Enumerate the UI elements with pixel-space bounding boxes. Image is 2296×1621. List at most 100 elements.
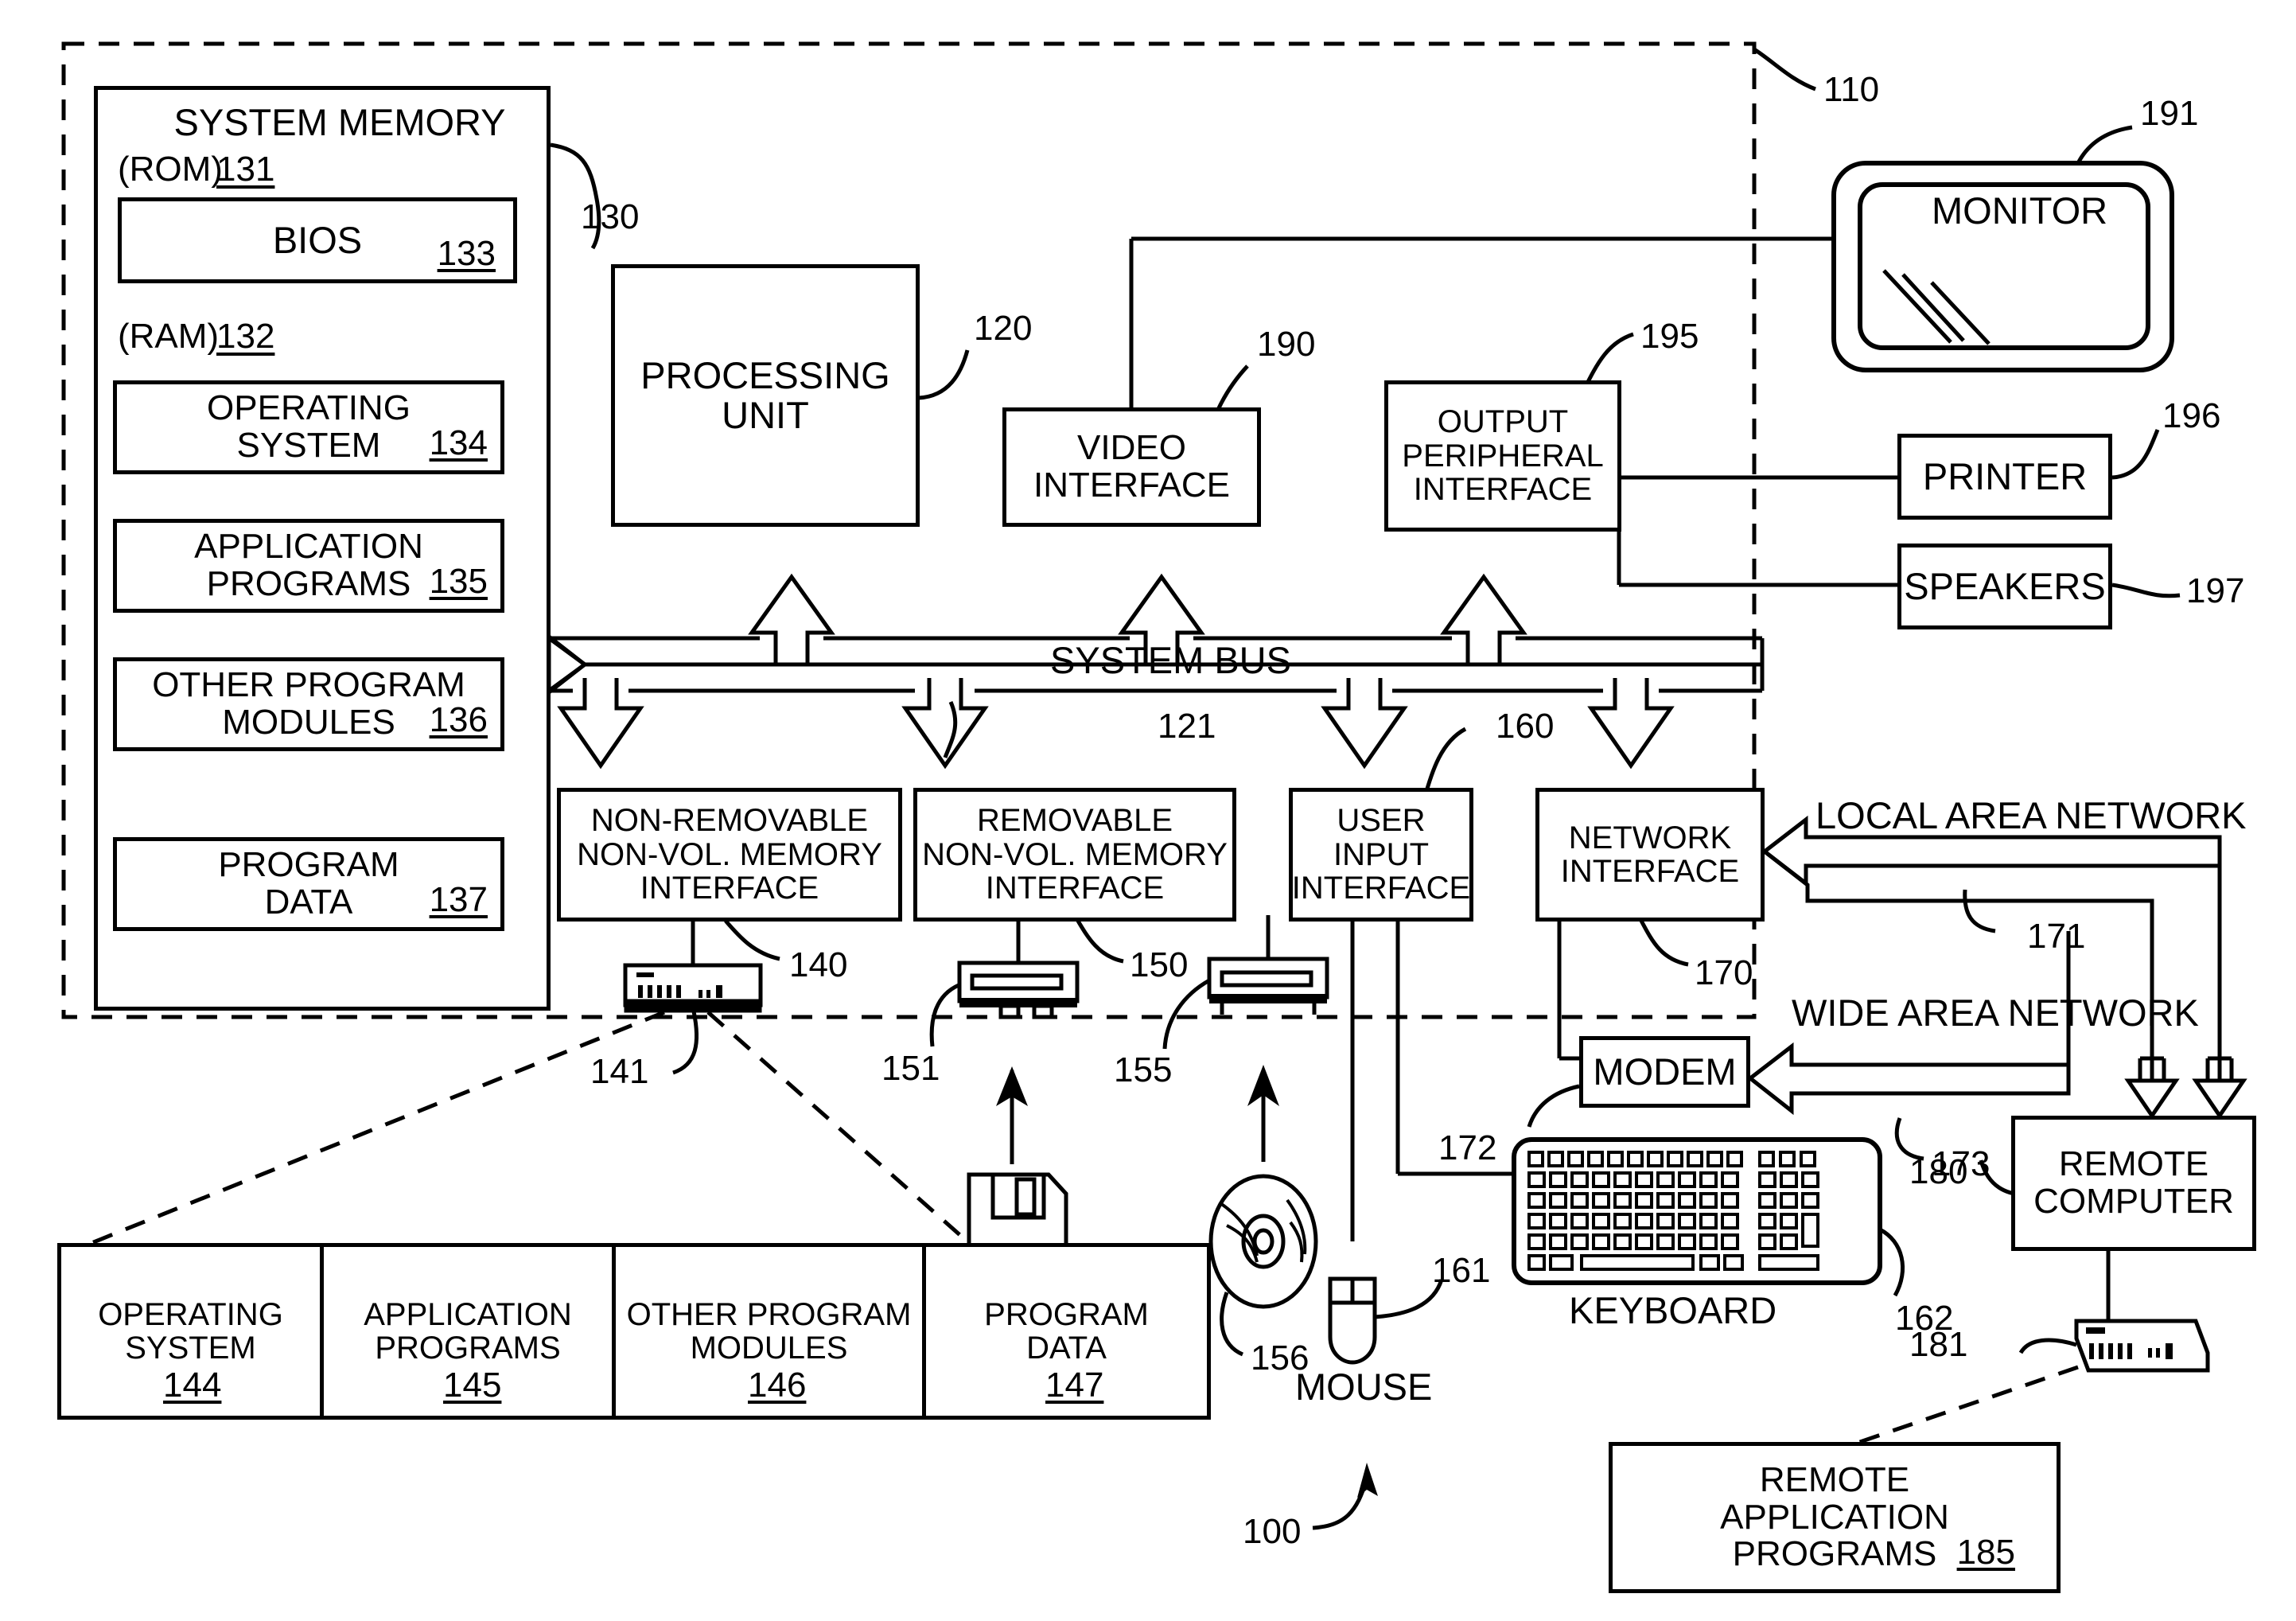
removable-interface-ref: 150 (1130, 945, 1189, 984)
disk-app-line2: PROGRAMS (375, 1331, 561, 1366)
disk-other-line2: MODULES (690, 1331, 848, 1366)
ram-program-data-line2: DATA (264, 883, 353, 922)
processing-unit-box: PROCESSING UNIT (611, 264, 920, 527)
modem-label: MODEM (1593, 1050, 1737, 1093)
monitor-label: MONITOR (1932, 189, 2108, 232)
non-removable-interface-ref: 140 (789, 945, 848, 984)
mouse-icon (1330, 1279, 1375, 1362)
nonremovable-line1: NON-REMOVABLE (590, 803, 869, 839)
ram-operating-system-line2: SYSTEM (236, 426, 381, 465)
wan-arrow-to-network-interface (1765, 851, 2152, 923)
disk-data-ref: 147 (1045, 1366, 1104, 1405)
bus-arrow-nonremovable (561, 678, 640, 766)
remote-apps-line1: REMOTE (1759, 1460, 1910, 1500)
modem-ref: 172 (1438, 1128, 1497, 1167)
system-memory-title: SYSTEM MEMORY (173, 101, 506, 143)
ram-application-programs-line1: APPLICATION (194, 527, 423, 567)
video-interface-line1: VIDEO (1077, 428, 1186, 468)
printer-box: PRINTER (1897, 434, 2112, 520)
bios-ref: 133 (437, 234, 496, 274)
printer-ref: 196 (2162, 396, 2221, 435)
hard-disk-ref: 141 (590, 1052, 649, 1091)
user-input-interface-box: USER INPUT INTERFACE (1289, 788, 1473, 922)
speakers-ref: 197 (2186, 571, 2245, 610)
removable-interface-box: REMOVABLE NON-VOL. MEMORY INTERFACE (913, 788, 1236, 922)
video-interface-box: VIDEO INTERFACE (1002, 407, 1261, 527)
ram-operating-system-box: OPERATING SYSTEM 134 (113, 380, 504, 474)
bios-box: BIOS 133 (118, 197, 517, 283)
video-interface-ref: 190 (1257, 325, 1316, 364)
ram-operating-system-line1: OPERATING (207, 388, 411, 428)
processing-unit-line2: UNIT (722, 394, 809, 436)
network-line1: NETWORK (1568, 820, 1732, 855)
disk-contents-cell-other-program-modules: OTHER PROGRAM MODULES 146 (616, 1247, 926, 1416)
ram-other-program-modules-ref: 136 (429, 700, 488, 740)
ram-program-data-ref: 137 (429, 880, 488, 920)
disk-app-line1: APPLICATION (364, 1296, 572, 1332)
userinput-line1: USER (1337, 803, 1426, 839)
remote-computer-ref: 180 (1909, 1152, 1968, 1191)
wan-arrow-modem (1750, 1046, 2068, 1111)
remote-application-programs-box: REMOTE APPLICATION PROGRAMS 185 (1609, 1442, 2061, 1593)
computer-outer-ref: 110 (1823, 70, 1880, 109)
nonremovable-line2: NON-VOL. MEMORY (577, 836, 882, 872)
ram-operating-system-ref: 134 (429, 423, 488, 463)
disk-os-ref: 144 (163, 1366, 222, 1405)
bus-arrow-userinput (1325, 678, 1404, 766)
monitor-ref: 191 (2140, 94, 2199, 133)
ram-program-data-box: PROGRAM DATA 137 (113, 837, 504, 931)
disk-os-line2: SYSTEM (125, 1331, 256, 1366)
mouse-label: MOUSE (1295, 1366, 1433, 1408)
bus-arrow-network (1591, 678, 1671, 766)
ram-ref: 132 (216, 317, 275, 356)
remote-computer-box: REMOTE COMPUTER (2011, 1116, 2256, 1251)
remote-storage-ref: 181 (1909, 1325, 1968, 1364)
bus-arrow-removable (905, 678, 985, 766)
printer-label: PRINTER (1922, 455, 2088, 498)
lan-label: LOCAL AREA NETWORK (1815, 794, 2247, 836)
nonremovable-line3: INTERFACE (640, 871, 819, 906)
floppy-drive-ref: 151 (881, 1049, 940, 1088)
video-interface-line2: INTERFACE (1033, 466, 1230, 505)
disk-data-line1: PROGRAM (984, 1296, 1149, 1332)
processing-unit-ref: 120 (974, 309, 1033, 348)
patent-figure: SYSTEM MEMORY (ROM) 131 BIOS 133 (RAM) 1… (0, 0, 2296, 1621)
disk-contents-table: OPERATING SYSTEM 144 APPLICATION PROGRAM… (57, 1243, 1211, 1420)
ram-other-program-modules-line1: OTHER PROGRAM (152, 665, 465, 705)
bus-arrow-cpu (752, 577, 831, 664)
disk-os-line1: OPERATING (98, 1296, 283, 1332)
remote-apps-line2: APPLICATION (1720, 1497, 1949, 1537)
ram-application-programs-box: APPLICATION PROGRAMS 135 (113, 519, 504, 613)
ram-application-programs-line2: PROGRAMS (206, 564, 411, 603)
wan-label: WIDE AREA NETWORK (1792, 992, 2199, 1034)
removable-line2: NON-VOL. MEMORY (922, 836, 1228, 872)
optical-drive-ref: 155 (1114, 1050, 1173, 1089)
system-ref: 100 (1243, 1512, 1302, 1551)
network-interface-box: NETWORK INTERFACE (1535, 788, 1765, 922)
modem-box: MODEM (1579, 1036, 1750, 1108)
userinput-line3: INTERFACE (1291, 871, 1471, 906)
ram-other-program-modules-box: OTHER PROGRAM MODULES 136 (113, 657, 504, 751)
speakers-label: SPEAKERS (1904, 565, 2106, 608)
processing-unit-line1: PROCESSING (640, 354, 890, 397)
user-input-interface-ref: 160 (1496, 707, 1555, 746)
monitor-glare-lines (1884, 271, 1989, 344)
lan-ref: 171 (2027, 917, 2086, 956)
ram-other-program-modules-line2: MODULES (222, 703, 395, 742)
rom-label: (ROM) (118, 150, 223, 189)
disk-other-ref: 146 (748, 1366, 807, 1405)
system-bus-label: SYSTEM BUS (1050, 639, 1291, 681)
optical-drive-icon (1209, 915, 1327, 1015)
ram-application-programs-ref: 135 (429, 562, 488, 602)
disk-contents-cell-application-programs: APPLICATION PROGRAMS 145 (324, 1247, 616, 1416)
system-bus-ref: 121 (1158, 707, 1216, 746)
rom-ref: 131 (216, 150, 275, 189)
keyboard-icon (1514, 1140, 1880, 1283)
removable-line1: REMOVABLE (977, 803, 1173, 839)
disk-other-line1: OTHER PROGRAM (626, 1296, 912, 1332)
bus-arrow-opi (1444, 577, 1524, 664)
removable-line3: INTERFACE (985, 871, 1165, 906)
disk-data-line2: DATA (1026, 1331, 1107, 1366)
network-interface-ref: 170 (1695, 953, 1753, 992)
userinput-line2: INPUT (1333, 836, 1429, 872)
